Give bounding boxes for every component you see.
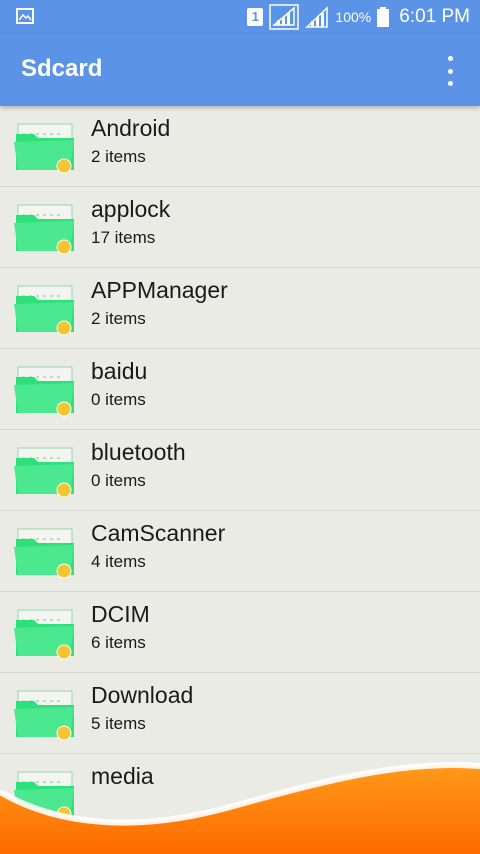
- signal-strength-icon-2: [305, 6, 329, 28]
- folder-name: Android: [91, 115, 171, 141]
- folder-row[interactable]: DCIM 6 items: [0, 592, 480, 673]
- folder-icon: [14, 609, 74, 660]
- folder-row[interactable]: baidu 0 items: [0, 349, 480, 430]
- folder-row[interactable]: applock 17 items: [0, 187, 480, 268]
- folder-item-count: 2 items: [91, 309, 146, 328]
- folder-icon: [14, 528, 74, 579]
- folder-name: DCIM: [91, 601, 150, 627]
- status-right: 1 100% 6:01 PM: [247, 0, 470, 34]
- app-bar: Sdcard: [0, 34, 480, 106]
- folder-row[interactable]: CamScanner 4 items: [0, 511, 480, 592]
- folder-name: Download: [91, 682, 194, 708]
- folder-item-count: 4 items: [91, 552, 146, 571]
- folder-name: bluetooth: [91, 439, 186, 465]
- sim-indicator: 1: [247, 8, 264, 26]
- folder-row[interactable]: Android 2 items: [0, 106, 480, 187]
- folder-icon: [14, 447, 74, 498]
- status-bar: 1 100% 6:01 PM: [0, 0, 480, 34]
- folder-icon: [14, 123, 74, 174]
- folder-row[interactable]: APPManager 2 items: [0, 268, 480, 349]
- battery-icon: [377, 7, 390, 27]
- folder-item-count: 0 items: [91, 390, 146, 409]
- folder-item-count: 5 items: [91, 714, 146, 733]
- folder-list: Android 2 items applock 17 items APPManager 2…: [0, 106, 480, 835]
- orange-wave-decoration: [0, 762, 480, 854]
- folder-item-count: 6 items: [91, 633, 146, 652]
- folder-icon: [14, 690, 74, 741]
- folder-row[interactable]: bluetooth 0 items: [0, 430, 480, 511]
- folder-name: CamScanner: [91, 520, 226, 546]
- folder-row[interactable]: Download 5 items: [0, 673, 480, 754]
- folder-name: baidu: [91, 358, 148, 384]
- folder-icon: [14, 285, 74, 336]
- gallery-notification-icon: [16, 8, 34, 24]
- folder-name: APPManager: [91, 277, 228, 303]
- battery-percent: 100%: [335, 9, 372, 25]
- folder-item-count: 17 items: [91, 228, 156, 247]
- folder-item-count: 0 items: [91, 471, 146, 490]
- overflow-menu-icon[interactable]: [440, 56, 460, 86]
- folder-item-count: 2 items: [91, 147, 146, 166]
- clock: 6:01 PM: [399, 6, 470, 27]
- signal-strength-icon: [269, 4, 300, 30]
- folder-name: applock: [91, 196, 171, 222]
- page-title: Sdcard: [21, 55, 103, 82]
- folder-icon: [14, 366, 74, 417]
- folder-icon: [14, 204, 74, 255]
